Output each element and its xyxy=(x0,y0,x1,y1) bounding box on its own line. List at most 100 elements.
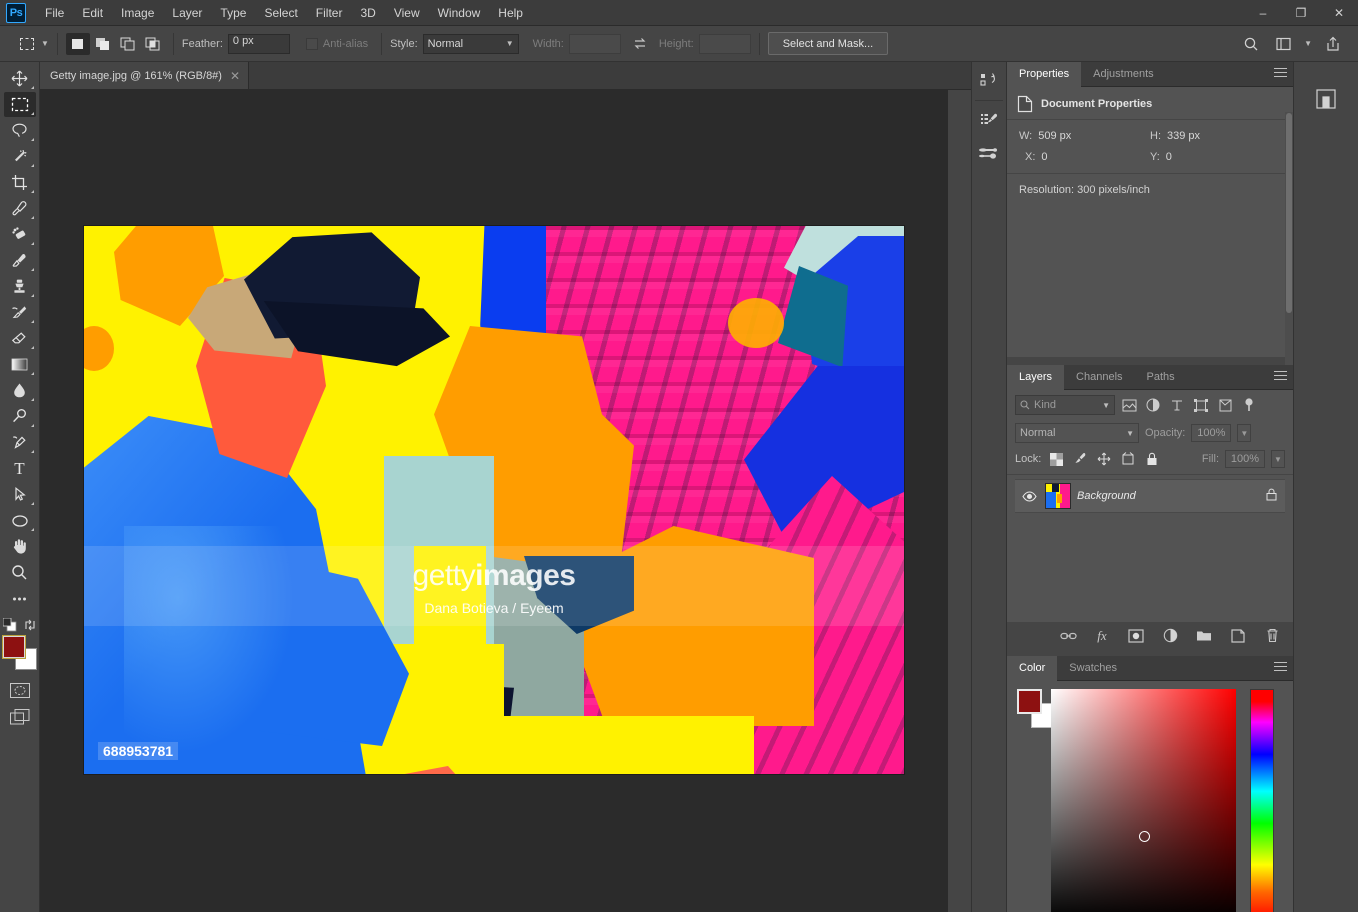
eyedropper-tool[interactable] xyxy=(4,196,36,221)
width-input[interactable] xyxy=(568,33,621,54)
move-tool[interactable] xyxy=(4,66,36,91)
ellipse-tool[interactable] xyxy=(4,508,36,533)
brush-tool[interactable] xyxy=(4,248,36,273)
tool-preset-picker[interactable]: ▼ xyxy=(8,33,49,55)
new-adjustment-layer-icon[interactable] xyxy=(1159,625,1181,647)
screen-mode-button[interactable] xyxy=(4,704,36,729)
panel-menu-icon[interactable] xyxy=(1274,662,1287,671)
swap-colors-icon[interactable] xyxy=(23,618,37,632)
filter-toggle-icon[interactable] xyxy=(1239,395,1259,415)
fill-stepper[interactable]: ▼ xyxy=(1271,450,1285,468)
width-field[interactable]: W: 509 px xyxy=(1019,130,1150,142)
close-icon[interactable]: ✕ xyxy=(230,69,240,83)
minimize-button[interactable]: – xyxy=(1244,0,1282,26)
height-field[interactable]: H: 339 px xyxy=(1150,130,1281,142)
menu-item-view[interactable]: View xyxy=(385,2,429,24)
close-button[interactable]: ✕ xyxy=(1320,0,1358,26)
menu-item-type[interactable]: Type xyxy=(211,2,255,24)
spot-healing-brush-tool[interactable] xyxy=(4,222,36,247)
filter-smart-object-icon[interactable] xyxy=(1215,395,1235,415)
intersect-selection-button[interactable] xyxy=(141,33,165,55)
anti-alias-checkbox[interactable] xyxy=(305,37,318,50)
tab-paths[interactable]: Paths xyxy=(1135,365,1187,390)
x-field[interactable]: X: 0 xyxy=(1019,151,1150,163)
select-and-mask-button[interactable]: Select and Mask... xyxy=(767,32,889,55)
tab-swatches[interactable]: Swatches xyxy=(1057,656,1129,681)
lock-transparent-pixels-icon[interactable] xyxy=(1047,450,1065,468)
blur-tool[interactable] xyxy=(4,378,36,403)
layer-row-background[interactable]: Background xyxy=(1015,479,1285,513)
filter-shape-icon[interactable] xyxy=(1191,395,1211,415)
menu-item-image[interactable]: Image xyxy=(112,2,163,24)
magic-wand-tool[interactable] xyxy=(4,144,36,169)
feather-input[interactable]: 0 px xyxy=(227,33,290,54)
color-picker-cursor[interactable] xyxy=(1139,831,1150,842)
menu-item-select[interactable]: Select xyxy=(255,2,306,24)
color-panel-foreground-swatch[interactable] xyxy=(1017,689,1042,714)
brush-presets-panel-icon[interactable] xyxy=(972,139,1006,169)
edit-toolbar-button[interactable] xyxy=(4,586,36,611)
layer-filter-kind-select[interactable]: Kind ▼ xyxy=(1015,395,1115,415)
layer-visibility-toggle[interactable] xyxy=(1019,490,1039,502)
y-field[interactable]: Y: 0 xyxy=(1150,151,1281,163)
pen-tool[interactable] xyxy=(4,430,36,455)
foreground-color-swatch[interactable] xyxy=(1,635,26,659)
lock-position-icon[interactable] xyxy=(1095,450,1113,468)
lasso-tool[interactable] xyxy=(4,118,36,143)
saturation-value-picker[interactable] xyxy=(1051,689,1236,912)
share-icon[interactable] xyxy=(1322,33,1344,55)
style-select[interactable]: Normal ▼ xyxy=(422,33,519,54)
tab-channels[interactable]: Channels xyxy=(1064,365,1134,390)
path-selection-tool[interactable] xyxy=(4,482,36,507)
properties-scrollbar[interactable] xyxy=(1285,112,1293,382)
eraser-tool[interactable] xyxy=(4,326,36,351)
new-selection-button[interactable] xyxy=(65,32,90,55)
add-layer-mask-icon[interactable] xyxy=(1125,625,1147,647)
height-input[interactable] xyxy=(698,33,751,54)
filter-adjustment-icon[interactable] xyxy=(1143,395,1163,415)
tab-adjustments[interactable]: Adjustments xyxy=(1081,62,1166,87)
rectangular-marquee-tool[interactable] xyxy=(3,92,36,117)
filter-type-icon[interactable] xyxy=(1167,395,1187,415)
swap-dimensions-icon[interactable] xyxy=(629,33,651,55)
tab-properties[interactable]: Properties xyxy=(1007,61,1082,87)
dodge-tool[interactable] xyxy=(4,404,36,429)
opacity-stepper[interactable]: ▼ xyxy=(1237,424,1252,442)
workspace-switcher-icon[interactable] xyxy=(1272,33,1294,55)
lock-image-pixels-icon[interactable] xyxy=(1071,450,1089,468)
filter-pixel-icon[interactable] xyxy=(1119,395,1139,415)
brush-settings-panel-icon[interactable] xyxy=(972,105,1006,135)
chevron-down-icon[interactable]: ▼ xyxy=(1304,39,1312,48)
type-tool[interactable]: T xyxy=(4,456,36,481)
new-layer-icon[interactable] xyxy=(1227,625,1249,647)
subtract-from-selection-button[interactable] xyxy=(116,33,140,55)
lock-all-icon[interactable] xyxy=(1143,450,1161,468)
maximize-button[interactable]: ❐ xyxy=(1282,0,1320,26)
quick-mask-button[interactable] xyxy=(4,678,36,703)
lock-artboard-nesting-icon[interactable] xyxy=(1119,450,1137,468)
new-group-icon[interactable] xyxy=(1193,625,1215,647)
canvas-area[interactable]: gettyimages Dana Botieva / Eyeem 6889537… xyxy=(40,90,948,912)
hand-tool[interactable] xyxy=(4,534,36,559)
delete-layer-icon[interactable] xyxy=(1261,625,1283,647)
document-tab[interactable]: Getty image.jpg @ 161% (RGB/8#) ✕ xyxy=(40,62,250,89)
fill-input[interactable]: 100% xyxy=(1225,450,1265,468)
search-icon[interactable] xyxy=(1240,33,1262,55)
menu-item-filter[interactable]: Filter xyxy=(307,2,352,24)
zoom-tool[interactable] xyxy=(4,560,36,585)
layer-name[interactable]: Background xyxy=(1077,490,1260,502)
tab-layers[interactable]: Layers xyxy=(1007,364,1065,390)
menu-item-edit[interactable]: Edit xyxy=(73,2,112,24)
menu-item-help[interactable]: Help xyxy=(489,2,532,24)
opacity-input[interactable]: 100% xyxy=(1191,424,1232,442)
panel-menu-icon[interactable] xyxy=(1274,68,1287,77)
menu-item-file[interactable]: File xyxy=(36,2,73,24)
menu-item-3d[interactable]: 3D xyxy=(351,2,384,24)
menu-item-layer[interactable]: Layer xyxy=(163,2,211,24)
gradient-tool[interactable] xyxy=(4,352,36,377)
link-layers-icon[interactable] xyxy=(1057,625,1079,647)
scrollbar-thumb[interactable] xyxy=(1286,113,1292,313)
blend-mode-select[interactable]: Normal ▼ xyxy=(1015,423,1139,443)
tab-color[interactable]: Color xyxy=(1007,655,1058,681)
history-panel-icon[interactable] xyxy=(972,66,1006,96)
